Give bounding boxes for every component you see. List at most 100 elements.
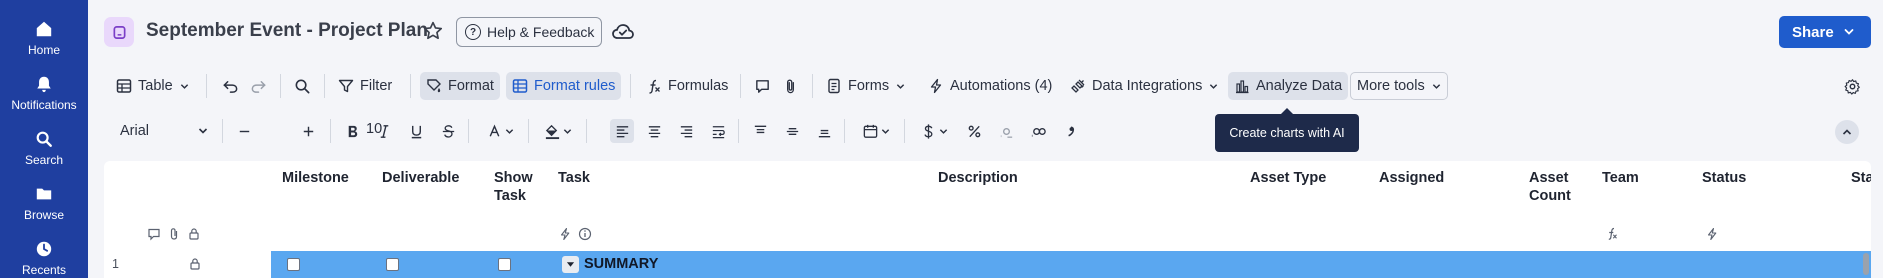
redo-icon[interactable] (246, 74, 270, 98)
column-header-assigned[interactable]: Assigned (1379, 169, 1444, 187)
fill-color-picker[interactable] (538, 119, 578, 143)
data-integrations-label: Data Integrations (1092, 78, 1203, 94)
task-cell[interactable]: SUMMARY (584, 256, 658, 272)
share-label: Share (1792, 23, 1834, 41)
nav-recents-label: Recents (21, 263, 67, 277)
row-number: 1 (112, 257, 119, 271)
analyze-data-label: Analyze Data (1256, 78, 1343, 94)
percent-icon[interactable] (962, 119, 986, 143)
automations-button[interactable]: Automations (4) (922, 72, 1058, 100)
chevron-down-icon (198, 128, 208, 134)
column-header-show-task[interactable]: Show Task (494, 169, 538, 205)
align-right-icon[interactable] (674, 119, 698, 143)
strikethrough-icon[interactable] (436, 119, 460, 143)
currency-format-picker[interactable] (914, 119, 954, 143)
help-feedback-button[interactable]: ? Help & Feedback (456, 17, 602, 47)
sheet-title[interactable]: September Event - Project Plan (146, 20, 428, 42)
deliverable-checkbox[interactable] (386, 258, 399, 271)
divider (586, 119, 587, 143)
chevron-up-icon (1842, 129, 1852, 135)
chevron-down-icon (563, 128, 572, 134)
format-toolbar: Arial 10 (104, 112, 1871, 150)
share-button[interactable]: Share (1779, 16, 1871, 48)
font-family-value: Arial (120, 123, 150, 139)
filter-icon (338, 79, 354, 93)
divider (844, 119, 845, 143)
info-icon[interactable] (578, 227, 592, 241)
divider (330, 119, 331, 143)
text-format-icon[interactable] (1058, 119, 1082, 143)
column-header-asset-type[interactable]: Asset Type (1250, 169, 1326, 187)
text-color-picker[interactable] (480, 119, 520, 143)
bold-icon[interactable] (340, 119, 364, 143)
formulas-label: Formulas (668, 78, 729, 94)
milestone-checkbox[interactable] (287, 258, 300, 271)
column-header-description[interactable]: Description (938, 169, 1018, 187)
formula-column-icon (1605, 227, 1619, 241)
column-header-team[interactable]: Team (1602, 169, 1639, 187)
nav-browse[interactable]: Browse (0, 183, 88, 222)
decrease-font-icon[interactable] (232, 119, 256, 143)
format-rules-button[interactable]: Format rules (506, 72, 622, 100)
column-header-task[interactable]: Task (558, 169, 590, 187)
filter-button[interactable]: Filter (332, 72, 398, 100)
nav-search[interactable]: Search (0, 128, 88, 167)
collapse-row-toggle[interactable] (562, 256, 579, 273)
attachment-icon[interactable] (778, 74, 802, 98)
table-row[interactable]: 1 SUMMARY (104, 251, 1871, 278)
column-header-start[interactable]: Sta (1851, 169, 1871, 187)
date-format-picker[interactable] (856, 119, 896, 143)
align-center-icon[interactable] (642, 119, 666, 143)
dollar-icon (924, 123, 933, 139)
lock-column-icon (187, 227, 201, 241)
nav-browse-label: Browse (23, 208, 64, 222)
format-button[interactable]: Format (420, 72, 500, 100)
increase-decimal-icon[interactable] (1026, 119, 1050, 143)
more-tools-button[interactable]: More tools (1350, 72, 1448, 100)
decrease-decimal-icon[interactable] (994, 119, 1018, 143)
help-icon: ? (465, 24, 481, 40)
view-selector[interactable]: Table (110, 72, 195, 100)
increase-font-icon[interactable] (296, 119, 320, 143)
wrap-text-icon[interactable] (706, 119, 730, 143)
lock-icon[interactable] (188, 257, 202, 271)
forms-button[interactable]: Forms (820, 72, 911, 100)
formulas-button[interactable]: Formulas (640, 72, 734, 100)
analyze-data-button[interactable]: Analyze Data (1228, 72, 1349, 100)
font-family-select[interactable]: Arial (110, 118, 214, 144)
show-task-checkbox[interactable] (498, 258, 511, 271)
paint-bucket-icon (545, 124, 560, 139)
sheet-grid: Milestone Deliverable Show Task Task Des… (104, 161, 1871, 278)
nav-notifications[interactable]: Notifications (0, 73, 88, 112)
automation-lightning-icon (558, 227, 572, 241)
collapse-toolbar-button[interactable] (1835, 120, 1859, 144)
align-bottom-icon[interactable] (812, 119, 836, 143)
chevron-down-icon (180, 83, 188, 89)
column-header-asset-count[interactable]: Asset Count (1529, 169, 1583, 205)
align-top-icon[interactable] (748, 119, 772, 143)
underline-icon[interactable] (404, 119, 428, 143)
comment-icon[interactable] (750, 74, 774, 98)
align-left-icon[interactable] (610, 119, 634, 143)
undo-icon[interactable] (218, 74, 242, 98)
sheet-icon (104, 17, 134, 47)
column-header-status[interactable]: Status (1702, 169, 1746, 187)
nav-recents[interactable]: Recents (0, 238, 88, 277)
align-middle-icon[interactable] (780, 119, 804, 143)
divider (904, 119, 905, 143)
data-integrations-button[interactable]: Data Integrations (1064, 72, 1224, 100)
settings-gear-icon[interactable] (1840, 74, 1864, 98)
main-toolbar: Table Filter Format Format rules Formula… (104, 68, 1871, 104)
column-header-deliverable[interactable]: Deliverable (382, 169, 459, 187)
favorite-star-icon[interactable] (422, 20, 444, 42)
cloud-saved-icon[interactable] (611, 20, 635, 44)
search-icon[interactable] (290, 74, 314, 98)
divider (630, 74, 631, 98)
vertical-scrollbar[interactable] (1863, 253, 1869, 275)
grid-rules-icon (512, 79, 528, 93)
column-header-milestone[interactable]: Milestone (282, 169, 349, 187)
italic-icon[interactable] (372, 119, 396, 143)
calendar-icon (863, 124, 878, 138)
nav-home[interactable]: Home (0, 18, 88, 57)
divider (528, 119, 529, 143)
